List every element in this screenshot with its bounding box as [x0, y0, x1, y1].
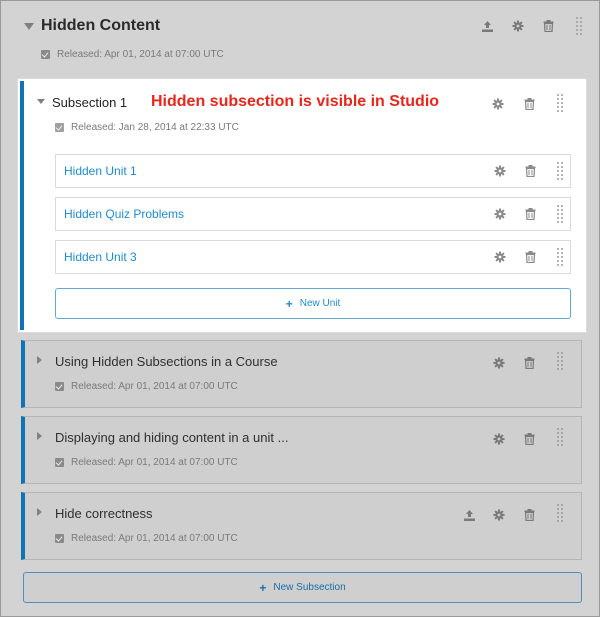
checkbox-checked-icon [55, 123, 64, 132]
subsection-title[interactable]: Hide correctness [55, 506, 153, 521]
publish-icon[interactable] [462, 508, 476, 522]
new-unit-button[interactable]: + New Unit [55, 288, 571, 319]
unit-title-link[interactable]: Hidden Quiz Problems [64, 207, 184, 221]
subsection-release-status: Released: Jan 28, 2014 at 22:33 UTC [55, 122, 239, 133]
drag-handle-icon[interactable] [557, 162, 565, 180]
checkbox-checked-icon [41, 50, 50, 59]
gear-icon[interactable] [493, 250, 507, 264]
drag-handle-icon[interactable] [576, 17, 584, 35]
trash-icon[interactable] [522, 508, 536, 522]
collapse-arrow-icon[interactable] [24, 23, 34, 30]
publish-icon[interactable] [480, 19, 494, 33]
trash-icon[interactable] [523, 207, 537, 221]
collapse-arrow-icon[interactable] [37, 99, 45, 104]
subsection-release-status: Released: Apr 01, 2014 at 07:00 UTC [55, 457, 238, 468]
section-title: Hidden Content [41, 17, 161, 34]
subsection-title[interactable]: Subsection 1 [52, 95, 127, 110]
subsection-title[interactable]: Displaying and hiding content in a unit … [55, 430, 288, 445]
subsection-item[interactable]: Subsection 1 Hidden subsection is visibl… [20, 81, 584, 330]
gear-icon[interactable] [492, 432, 506, 446]
trash-icon[interactable] [523, 164, 537, 178]
plus-icon: + [285, 296, 293, 311]
expand-arrow-icon[interactable] [37, 432, 42, 440]
highlighted-subsection: Subsection 1 Hidden subsection is visibl… [17, 78, 587, 333]
unit-title-link[interactable]: Hidden Unit 3 [64, 250, 137, 264]
gear-icon[interactable] [491, 97, 505, 111]
new-subsection-button[interactable]: + New Subsection [23, 572, 582, 603]
gear-icon[interactable] [492, 508, 506, 522]
expand-arrow-icon[interactable] [37, 356, 42, 364]
trash-icon[interactable] [541, 19, 555, 33]
gear-icon[interactable] [492, 356, 506, 370]
drag-handle-icon[interactable] [557, 248, 565, 266]
checkbox-checked-icon [55, 458, 64, 467]
checkbox-checked-icon [55, 534, 64, 543]
unit-row[interactable]: Hidden Quiz Problems [55, 197, 571, 231]
subsection-title[interactable]: Using Hidden Subsections in a Course [55, 354, 278, 369]
subsection-release-status: Released: Apr 01, 2014 at 07:00 UTC [55, 533, 238, 544]
unit-row[interactable]: Hidden Unit 1 [55, 154, 571, 188]
section-release-status: Released: Apr 01, 2014 at 07:00 UTC [41, 49, 224, 60]
gear-icon[interactable] [493, 207, 507, 221]
expand-arrow-icon[interactable] [37, 508, 42, 516]
subsection-release-status: Released: Apr 01, 2014 at 07:00 UTC [55, 381, 238, 392]
annotation-text: Hidden subsection is visible in Studio [151, 93, 440, 110]
unit-row[interactable]: Hidden Unit 3 [55, 240, 571, 274]
trash-icon[interactable] [522, 432, 536, 446]
gear-icon[interactable] [493, 164, 507, 178]
trash-icon[interactable] [522, 97, 536, 111]
subsection-item[interactable]: Displaying and hiding content in a unit … [21, 416, 582, 484]
drag-handle-icon[interactable] [557, 352, 565, 370]
gear-icon[interactable] [511, 19, 525, 33]
unit-title-link[interactable]: Hidden Unit 1 [64, 164, 137, 178]
trash-icon[interactable] [522, 356, 536, 370]
section-header: Hidden Content [21, 15, 584, 39]
plus-icon: + [259, 580, 267, 595]
subsection-item[interactable]: Hide correctness Released: Apr 01, 2014 … [21, 492, 582, 560]
drag-handle-icon[interactable] [557, 94, 565, 112]
trash-icon[interactable] [523, 250, 537, 264]
drag-handle-icon[interactable] [557, 428, 565, 446]
subsection-item[interactable]: Using Hidden Subsections in a Course Rel… [21, 340, 582, 408]
checkbox-checked-icon [55, 382, 64, 391]
drag-handle-icon[interactable] [557, 504, 565, 522]
drag-handle-icon[interactable] [557, 205, 565, 223]
